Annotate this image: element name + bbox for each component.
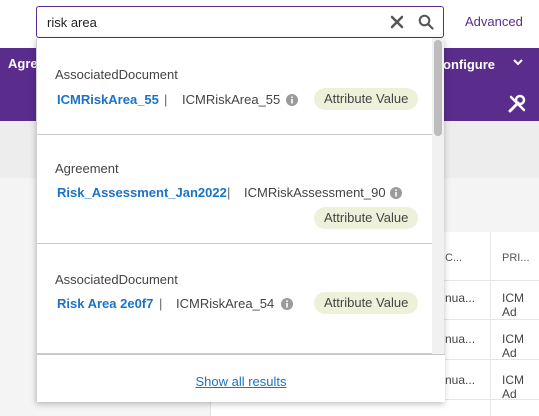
result-separator: | [159, 296, 163, 311]
result-separator: | [164, 92, 168, 107]
result-name-link[interactable]: ICMRiskArea_55 [57, 92, 159, 107]
results-scrollbar[interactable] [432, 38, 444, 354]
result-separator: | [227, 185, 231, 200]
result-item[interactable]: AssociatedDocument Risk Area 2e0f7 | ICM… [37, 244, 432, 354]
column-divider [490, 232, 491, 416]
table-cell: ICM Ad [502, 291, 524, 319]
table-cell: nua... [445, 373, 476, 387]
match-type-badge: Attribute Value [314, 207, 419, 229]
close-icon[interactable] [390, 15, 404, 29]
info-icon[interactable] [281, 297, 293, 310]
chevron-down-icon[interactable] [512, 56, 524, 71]
results-list: AssociatedDocument ICMRiskArea_55 | ICMR… [37, 38, 432, 354]
table-cell: nua... [445, 332, 476, 346]
agreement-tab-label[interactable]: Agre [8, 56, 38, 71]
info-icon[interactable] [390, 186, 402, 199]
match-type-badge: Attribute Value [314, 88, 419, 110]
result-type: AssociatedDocument [55, 67, 178, 82]
search-input[interactable] [47, 13, 377, 31]
global-search-box [36, 6, 444, 38]
table-cell: ICM Ad [502, 332, 524, 360]
match-type-badge: Attribute Value [314, 292, 419, 314]
result-id: ICMRiskArea_54 [176, 296, 275, 311]
tools-icon[interactable] [507, 94, 527, 114]
column-header[interactable]: C... [445, 252, 462, 264]
result-type: Agreement [55, 161, 119, 176]
result-name-link[interactable]: Risk_Assessment_Jan2022 [57, 185, 227, 200]
result-type: AssociatedDocument [55, 272, 178, 287]
result-item[interactable]: AssociatedDocument ICMRiskArea_55 | ICMR… [37, 38, 432, 135]
show-all-results-link[interactable]: Show all results [37, 374, 445, 389]
table-cell: ICM Ad [502, 373, 524, 401]
scrollbar-thumb[interactable] [434, 40, 442, 136]
search-results-dropdown: AssociatedDocument ICMRiskArea_55 | ICMR… [36, 38, 445, 402]
result-id: ICMRiskAssessment_90 [244, 185, 386, 200]
result-item[interactable]: Agreement Risk_Assessment_Jan2022 | ICMR… [37, 135, 432, 244]
search-icon[interactable] [418, 14, 434, 30]
info-icon[interactable] [286, 93, 298, 106]
result-id: ICMRiskArea_55 [182, 92, 281, 107]
configure-label[interactable]: onfigure [443, 57, 495, 72]
advanced-search-link[interactable]: Advanced [465, 14, 523, 29]
result-name-link[interactable]: Risk Area 2e0f7 [57, 296, 153, 311]
results-footer: Show all results [37, 354, 445, 402]
column-header[interactable]: PRI... [502, 252, 530, 264]
table-cell: nua... [445, 291, 476, 305]
